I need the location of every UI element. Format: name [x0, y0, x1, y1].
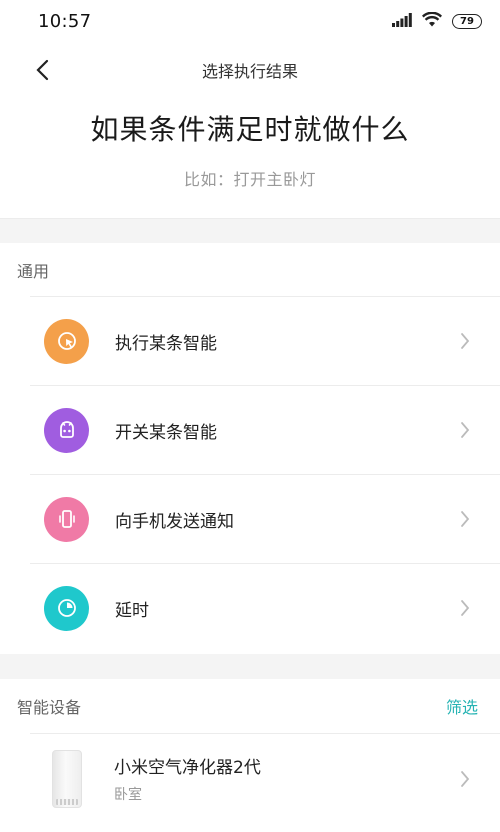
hero: 如果条件满足时就做什么 比如：打开主卧灯	[0, 108, 500, 190]
air-purifier-image	[52, 749, 82, 808]
device-item[interactable]: 小米空气净化器2代 卧室	[30, 733, 500, 823]
status-time: 10:57	[38, 10, 92, 32]
page-title: 选择执行结果	[201, 62, 298, 81]
hero-subtitle: 比如：打开主卧灯	[183, 170, 316, 189]
robot-icon	[44, 407, 89, 453]
list-item-label: 开关某条智能	[115, 422, 217, 443]
general-section-title: 通用	[17, 262, 50, 281]
list-item-toggle-smart[interactable]: 开关某条智能	[30, 385, 500, 474]
timer-icon	[44, 585, 89, 631]
devices-section-header: 智能设备 筛选	[0, 679, 500, 733]
chevron-right-icon	[450, 415, 480, 445]
wifi-icon	[421, 11, 443, 31]
chevron-right-icon	[450, 504, 480, 534]
device-name: 小米空气净化器2代	[114, 758, 261, 778]
filter-button[interactable]: 筛选	[446, 694, 478, 718]
general-section-header: 通用	[0, 243, 500, 297]
battery-indicator: 79	[452, 13, 482, 29]
device-room: 卧室	[114, 787, 142, 803]
chevron-right-icon	[450, 326, 480, 356]
phone-vibrate-icon	[44, 496, 89, 542]
chevron-right-icon	[450, 593, 480, 623]
status-icons: 79	[392, 11, 482, 31]
hero-title: 如果条件满足时就做什么	[90, 113, 410, 146]
list-item-phone-notify[interactable]: 向手机发送通知	[30, 474, 500, 563]
section-divider	[0, 218, 500, 243]
list-item-label: 执行某条智能	[115, 333, 217, 354]
list-item-run-smart[interactable]: 执行某条智能	[30, 296, 500, 385]
list-item-label: 延时	[115, 600, 149, 621]
device-text: 小米空气净化器2代 卧室	[114, 753, 450, 804]
devices-section-title: 智能设备	[17, 698, 82, 717]
back-button[interactable]	[28, 56, 56, 84]
list-item-delay[interactable]: 延时	[30, 563, 500, 652]
chevron-left-icon	[36, 59, 49, 81]
section-divider	[0, 654, 500, 679]
signal-icon	[392, 12, 412, 31]
nav-bar: 选择执行结果	[0, 48, 500, 92]
cursor-click-icon	[44, 318, 89, 364]
list-item-label: 向手机发送通知	[115, 511, 234, 532]
chevron-right-icon	[450, 764, 480, 794]
status-bar: 10:57 79	[0, 0, 500, 42]
